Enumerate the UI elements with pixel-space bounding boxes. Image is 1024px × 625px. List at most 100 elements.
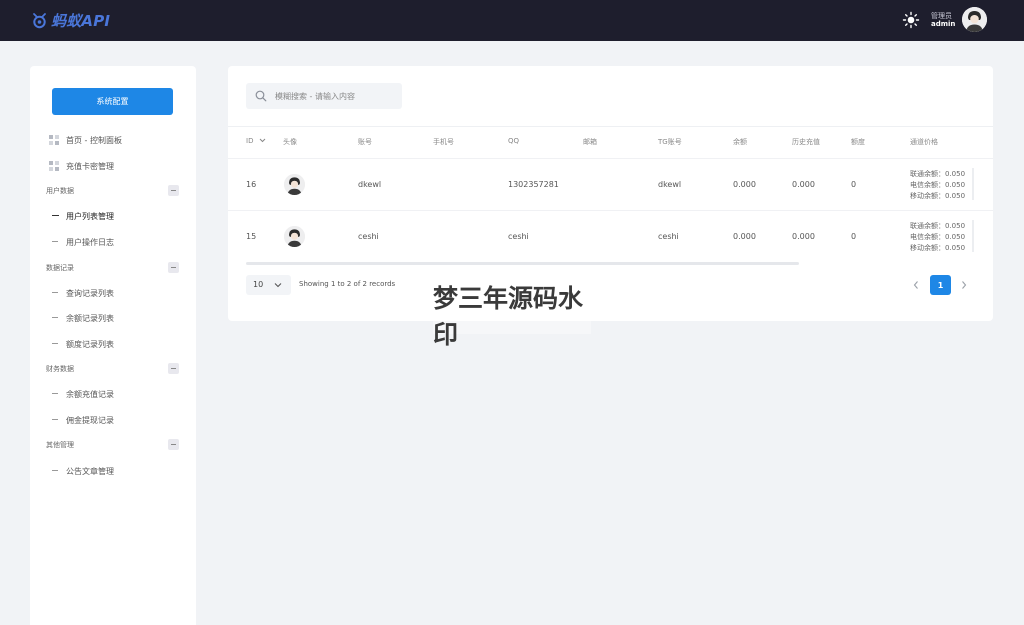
dash-icon (52, 215, 59, 216)
sidebar-item-label: 佣金提现记录 (66, 415, 114, 425)
sidebar-item-label: 首页 - 控制面板 (66, 135, 122, 145)
grid-icon (49, 161, 59, 171)
price-telecom: 电信余额：0.050 (910, 181, 966, 189)
column-header-email: 邮箱 (583, 138, 597, 146)
sidebar-item-recharge-records[interactable]: 余额充值记录 (30, 384, 196, 404)
column-header-avatar: 头像 (283, 138, 297, 146)
group-finance-data[interactable]: 财务数据 (30, 361, 196, 377)
sidebar-item-label: 余额充值记录 (66, 389, 114, 399)
collapse-icon[interactable] (168, 262, 179, 273)
ant-logo-icon (33, 12, 46, 28)
price-telecom: 电信余额：0.050 (910, 233, 966, 241)
cell-tg: ceshi (658, 232, 679, 241)
group-label: 财务数据 (46, 365, 74, 373)
dash-icon (52, 292, 58, 293)
sidebar-item-query-records[interactable]: 查询记录列表 (30, 283, 196, 303)
user-name[interactable]: admin (931, 20, 955, 28)
cell-quota: 0 (851, 180, 857, 189)
column-header-tg: TG账号 (658, 138, 682, 146)
column-header-quota: 额度 (851, 138, 865, 146)
sidebar-item-balance-records[interactable]: 余额记录列表 (30, 308, 196, 328)
collapse-icon[interactable] (168, 185, 179, 196)
price-unicom: 联通余额：0.050 (910, 170, 966, 178)
cell-scrollbar[interactable] (972, 168, 974, 200)
chevron-right-icon[interactable] (959, 278, 969, 292)
page-size-select[interactable]: 10 (246, 275, 291, 295)
cell-balance: 0.000 (733, 180, 756, 189)
chevron-left-icon[interactable] (911, 278, 921, 292)
group-data-records[interactable]: 数据记录 (30, 260, 196, 276)
sidebar-item-withdraw-records[interactable]: 佣金提现记录 (30, 410, 196, 430)
sun-icon[interactable] (902, 11, 920, 29)
logo-text: 蚂蚁API (51, 11, 111, 30)
user-list-card: ID 头像 账号 手机号 QQ 邮箱 TG账号 余额 历史充值 额度 通道价格 … (228, 66, 993, 321)
sidebar-item-recharge-cards[interactable]: 充值卡密管理 (30, 156, 196, 176)
column-header-channel-price: 通道价格 (910, 138, 938, 146)
group-label: 其他管理 (46, 441, 74, 449)
page-size-value: 10 (253, 280, 264, 289)
cell-account: ceshi (358, 232, 379, 241)
dash-icon (52, 470, 58, 471)
group-user-data[interactable]: 用户数据 (30, 183, 196, 199)
header-label: ID (246, 137, 254, 145)
page-button-current[interactable]: 1 (930, 275, 951, 295)
user-avatar-icon (284, 226, 305, 247)
sidebar-item-label: 额度记录列表 (66, 339, 114, 349)
search-icon (255, 90, 267, 102)
sidebar-item-label: 用户列表管理 (66, 211, 114, 221)
dash-icon (52, 419, 58, 420)
avatar (284, 226, 305, 247)
cell-qq: ceshi (508, 232, 529, 241)
chevron-down-icon (259, 138, 266, 143)
group-other-management[interactable]: 其他管理 (30, 437, 196, 453)
column-header-account: 账号 (358, 138, 372, 146)
cell-tg: dkewl (658, 180, 682, 189)
horizontal-scrollbar[interactable] (246, 262, 799, 265)
cell-id: 16 (246, 180, 257, 189)
price-mobile: 移动余额：0.050 (910, 192, 966, 200)
row-divider (228, 210, 993, 211)
search-input[interactable] (275, 88, 395, 104)
system-config-button[interactable]: 系统配置 (52, 88, 173, 115)
cell-balance: 0.000 (733, 232, 756, 241)
price-unicom: 联通余额：0.050 (910, 222, 966, 230)
sidebar-item-user-logs[interactable]: 用户操作日志 (30, 232, 196, 252)
sidebar-item-label: 用户操作日志 (66, 237, 114, 247)
records-summary: Showing 1 to 2 of 2 records (299, 280, 396, 288)
sidebar-item-label: 充值卡密管理 (66, 161, 114, 171)
row-divider (228, 158, 993, 159)
cell-id: 15 (246, 232, 257, 241)
column-header-phone: 手机号 (433, 138, 454, 146)
sidebar-item-user-list[interactable]: 用户列表管理 (30, 206, 196, 226)
user-avatar-icon (962, 7, 987, 32)
grid-icon (49, 135, 59, 145)
price-mobile: 移动余额：0.050 (910, 244, 966, 252)
search-box[interactable] (246, 83, 402, 109)
column-header-history: 历史充值 (792, 138, 820, 146)
cell-history: 0.000 (792, 232, 815, 241)
dash-icon (52, 241, 58, 242)
column-header-balance: 余额 (733, 138, 747, 146)
collapse-icon[interactable] (168, 439, 179, 450)
dash-icon (52, 343, 58, 344)
logo[interactable]: 蚂蚁API (31, 9, 110, 31)
cell-qq: 1302357281 (508, 180, 559, 189)
chevron-down-icon (274, 283, 282, 288)
cell-history: 0.000 (792, 180, 815, 189)
sidebar-item-quota-records[interactable]: 额度记录列表 (30, 334, 196, 354)
collapse-icon[interactable] (168, 363, 179, 374)
dash-icon (52, 317, 58, 318)
sidebar-item-dashboard[interactable]: 首页 - 控制面板 (30, 130, 196, 150)
top-bar: 蚂蚁API 管理员 admin (0, 0, 1024, 41)
avatar (284, 174, 305, 195)
user-avatar-icon (284, 174, 305, 195)
cell-quota: 0 (851, 232, 857, 241)
cell-scrollbar[interactable] (972, 220, 974, 252)
sidebar-item-label: 公告文章管理 (66, 466, 114, 476)
avatar[interactable] (962, 7, 987, 32)
sidebar-item-label: 余额记录列表 (66, 313, 114, 323)
column-header-id[interactable]: ID (246, 137, 266, 145)
cell-channel-price: 联通余额：0.050 电信余额：0.050 移动余额：0.050 (910, 169, 965, 202)
sidebar-item-announcements[interactable]: 公告文章管理 (30, 461, 196, 481)
divider (228, 126, 993, 127)
